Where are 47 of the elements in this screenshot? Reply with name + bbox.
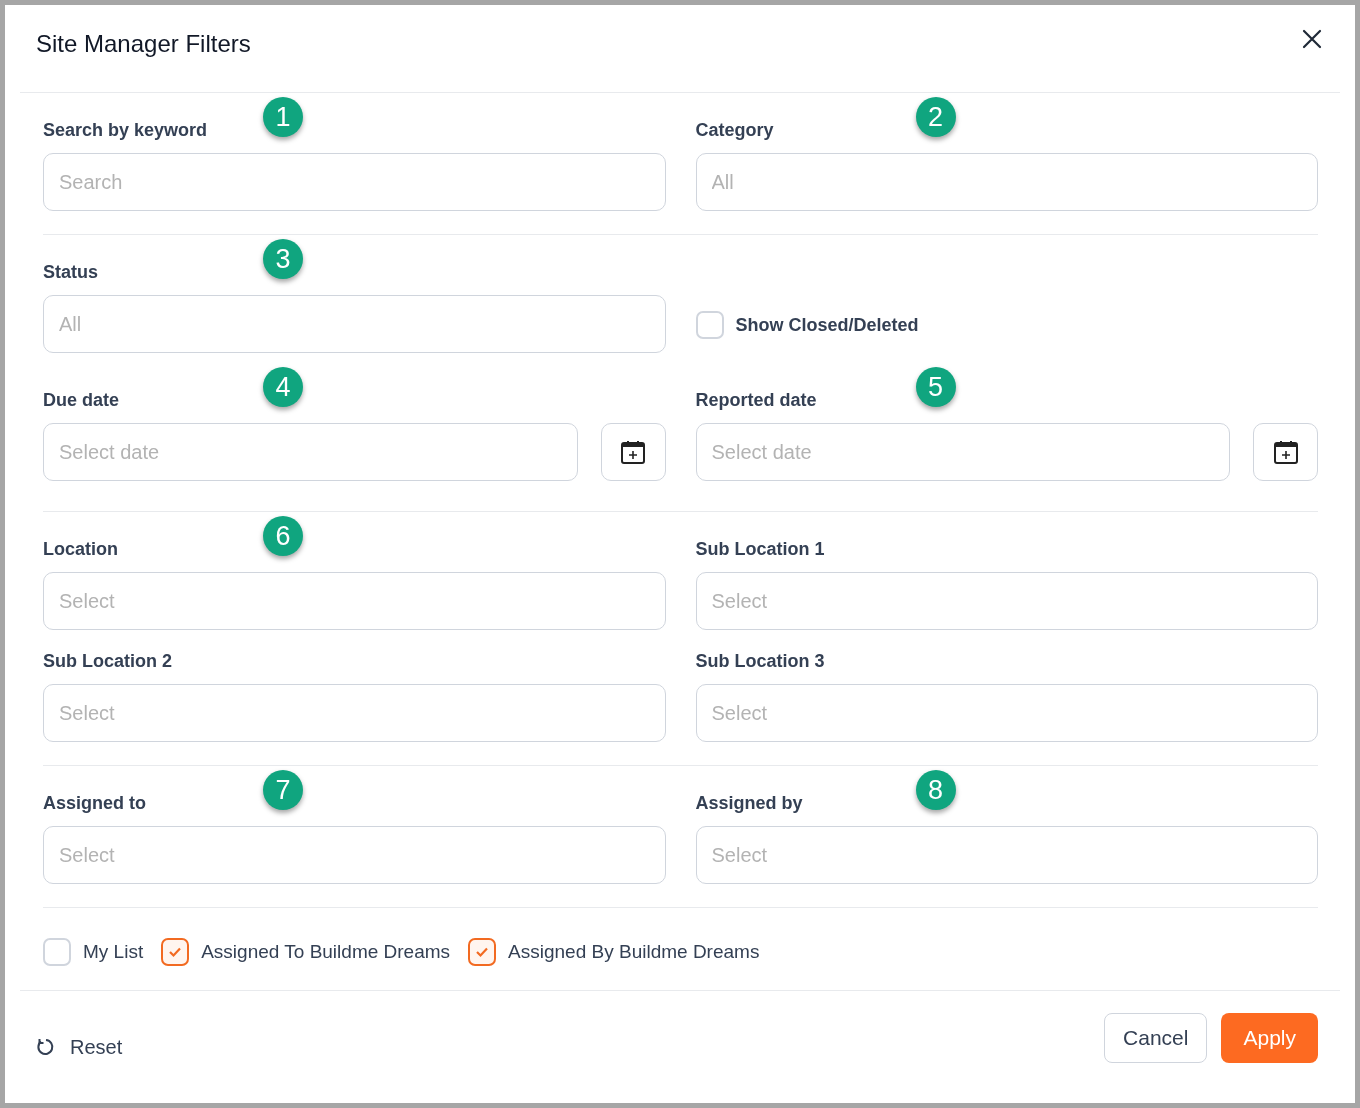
input-field[interactable]: Select <box>43 684 666 742</box>
dialog-title: Site Manager Filters <box>36 29 251 58</box>
reset-icon <box>36 1037 56 1057</box>
callout-badge: 7 <box>263 770 303 810</box>
callout-badge: 5 <box>915 367 956 407</box>
checkbox[interactable] <box>695 311 724 339</box>
field-label: Assigned by <box>695 792 804 814</box>
callout-badge: 8 <box>915 770 956 810</box>
input-field[interactable]: Search <box>43 153 666 211</box>
field-label: Status <box>43 261 99 283</box>
checkbox[interactable] <box>468 938 497 966</box>
checkbox-label: My List <box>83 941 144 963</box>
input-field[interactable]: Select <box>695 826 1318 884</box>
checkbox-label: Assigned To Buildme Dreams <box>201 941 451 963</box>
input-field[interactable]: All <box>43 295 666 353</box>
field-label: Reported date <box>695 389 818 411</box>
calendar-button[interactable] <box>1253 423 1318 481</box>
field-label: Sub Location 3 <box>695 650 826 672</box>
input-field[interactable]: Select <box>43 572 666 630</box>
checkbox-label: Show Closed/Deleted <box>735 314 919 336</box>
input-field[interactable]: All <box>695 153 1318 211</box>
reset-button[interactable]: Reset <box>36 1035 123 1059</box>
checkbox-label: Assigned By Buildme Dreams <box>508 941 760 963</box>
callout-badge: 2 <box>915 97 956 137</box>
input-field[interactable]: Select date <box>695 423 1230 481</box>
field-label: Sub Location 1 <box>695 538 826 560</box>
field-label: Assigned to <box>43 792 147 814</box>
calendar-add-icon <box>619 438 647 466</box>
checkbox[interactable] <box>161 938 190 966</box>
callout-badge: 6 <box>263 516 303 556</box>
field-label: Sub Location 2 <box>43 650 173 672</box>
callout-badge: 4 <box>263 367 303 407</box>
field-label: Search by keyword <box>43 119 209 141</box>
input-field[interactable]: Select <box>695 572 1318 630</box>
field-label: Category <box>695 119 775 141</box>
field-label: Location <box>43 538 119 560</box>
input-field[interactable]: Select <box>695 684 1318 742</box>
close-icon[interactable] <box>1302 28 1322 49</box>
checkbox[interactable] <box>43 938 71 966</box>
callout-badge: 3 <box>263 239 303 279</box>
calendar-add-icon <box>1271 438 1300 466</box>
callout-badge: 1 <box>263 97 303 137</box>
input-field[interactable]: Select date <box>43 423 578 481</box>
calendar-button[interactable] <box>600 423 666 481</box>
cancel-button[interactable]: Cancel <box>1104 1013 1208 1063</box>
input-field[interactable]: Select <box>43 826 666 884</box>
field-label: Due date <box>43 389 121 411</box>
